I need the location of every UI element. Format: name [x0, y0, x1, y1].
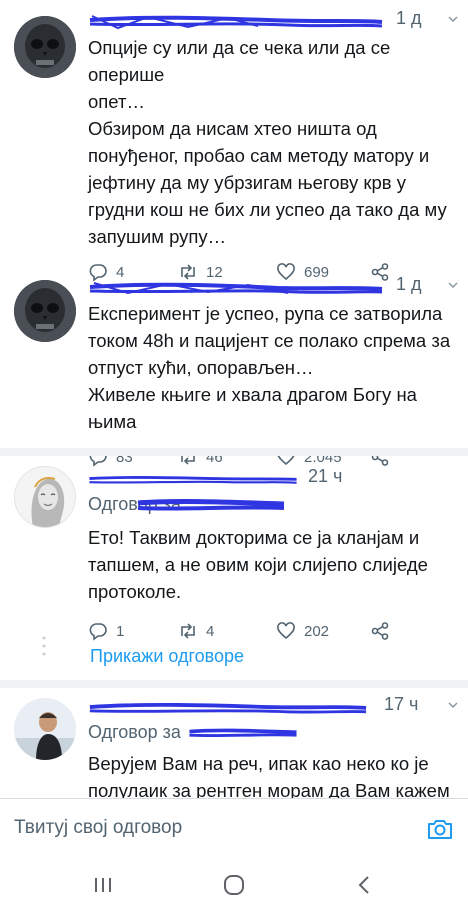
tweet-text-line: Опције су или да се чека или да се опери…	[88, 37, 391, 85]
system-nav-bar	[0, 860, 468, 911]
tweet-text-line: понуђеног, пробао сам методу матору и	[88, 145, 430, 166]
tweet-text-line: полулаик за рентген морам да Вам кажем	[88, 780, 450, 798]
reply-button[interactable]: 1	[88, 621, 124, 641]
redacted-handle[interactable]	[116, 497, 306, 513]
avatar[interactable]	[14, 466, 76, 528]
tweet[interactable]: 1 д Експеримент је успео, рупа се затвор…	[0, 266, 468, 467]
photo-avatar-image	[14, 698, 76, 760]
reply-to-label: Одговор за	[88, 722, 181, 742]
tweet[interactable]: 17 ч Одговор за Верујем Вам на реч, ипак…	[0, 688, 468, 798]
tweet-time: 21 ч	[308, 466, 343, 486]
tweet-text-line: Живеле књиге и хвала драгом Богу на њима	[88, 384, 417, 432]
tweet-text: Експеримент је успео, рупа се затворила …	[88, 300, 458, 435]
tweet-time: 1 д	[396, 274, 422, 294]
tweet-text: Ето! Таквим докторима се ја кланјам и та…	[88, 524, 458, 605]
tweet-text-line: Ето! Таквим докторима се ја кланјам и	[88, 527, 420, 548]
like-icon	[277, 622, 295, 640]
tweet[interactable]: 1 д Опције су или да се чека или да се о…	[0, 0, 468, 282]
retweet-count: 4	[206, 622, 215, 640]
skull-avatar-image	[14, 16, 76, 78]
reply-context: Одговор за	[88, 492, 458, 520]
tweet-text: Опције су или да се чека или да се опери…	[88, 34, 458, 250]
share-icon	[371, 622, 389, 640]
tweet-text-line: тапшем, а не овим који слијепо слиједе	[88, 554, 428, 575]
redacted-name	[89, 282, 383, 295]
tweet-text-line: отпуст кући, опорављен…	[88, 357, 314, 378]
like-count: 202	[304, 622, 330, 640]
avatar[interactable]	[14, 698, 76, 760]
tweet-text-line: јефтину да му убрзигам његову крв у	[88, 172, 406, 193]
more-icon[interactable]	[448, 280, 458, 290]
redacted-name	[89, 476, 297, 484]
reply-context: Одговор за	[88, 720, 458, 748]
share-button[interactable]	[370, 621, 390, 641]
tweet-text-line: опет…	[88, 91, 145, 112]
tweet[interactable]: 21 ч Одговор за Ето! Таквим докторима се…	[0, 456, 468, 678]
tweet-text-line: Експеримент је успео, рупа се затворила	[88, 303, 443, 324]
reply-composer[interactable]: Твитуј свој одговор	[0, 798, 468, 860]
thread-divider	[0, 680, 468, 688]
tweet-text-line: протоколе.	[88, 581, 182, 602]
more-icon[interactable]	[448, 700, 458, 710]
tweet-text-line: током 48h и пацијент се полако спрема за	[88, 330, 451, 351]
redacted-handle[interactable]	[188, 725, 298, 741]
camera-icon[interactable]	[426, 815, 454, 843]
like-button[interactable]: 202	[276, 621, 329, 641]
show-replies-link[interactable]: Прикажи одговоре	[90, 646, 244, 667]
reply-icon	[89, 623, 107, 641]
tweet-text-line: Верујем Вам на реч, ипак као неко ко је	[88, 753, 429, 774]
avatar[interactable]	[14, 280, 76, 342]
more-icon[interactable]	[448, 14, 458, 24]
tweet-time: 17 ч	[384, 694, 419, 714]
tweet-time: 1 д	[396, 8, 422, 28]
tweet-text: Верујем Вам на реч, ипак као неко ко је …	[88, 750, 458, 798]
thread-line	[42, 634, 46, 664]
tweet-text-line: запушим рупу…	[88, 226, 227, 247]
avatar[interactable]	[14, 16, 76, 78]
retweet-button[interactable]: 4	[178, 621, 214, 641]
retweet-icon	[181, 623, 195, 639]
skull-avatar-image	[14, 280, 76, 342]
reply-input[interactable]: Твитуј свој одговор	[14, 817, 182, 839]
redacted-name	[89, 702, 367, 714]
back-nav-icon[interactable]	[352, 872, 378, 898]
reply-count: 1	[116, 622, 125, 640]
sketch-avatar-image	[15, 467, 75, 527]
home-nav-icon[interactable]	[221, 872, 247, 898]
thread-divider	[0, 448, 468, 456]
recents-nav-icon[interactable]	[90, 872, 116, 898]
tweet-text-line: грудни кош не бих ли успео да тако да му	[88, 199, 447, 220]
redacted-name	[89, 15, 383, 30]
tweet-text-line: Обзиром да нисам хтео ништа од	[88, 118, 377, 139]
